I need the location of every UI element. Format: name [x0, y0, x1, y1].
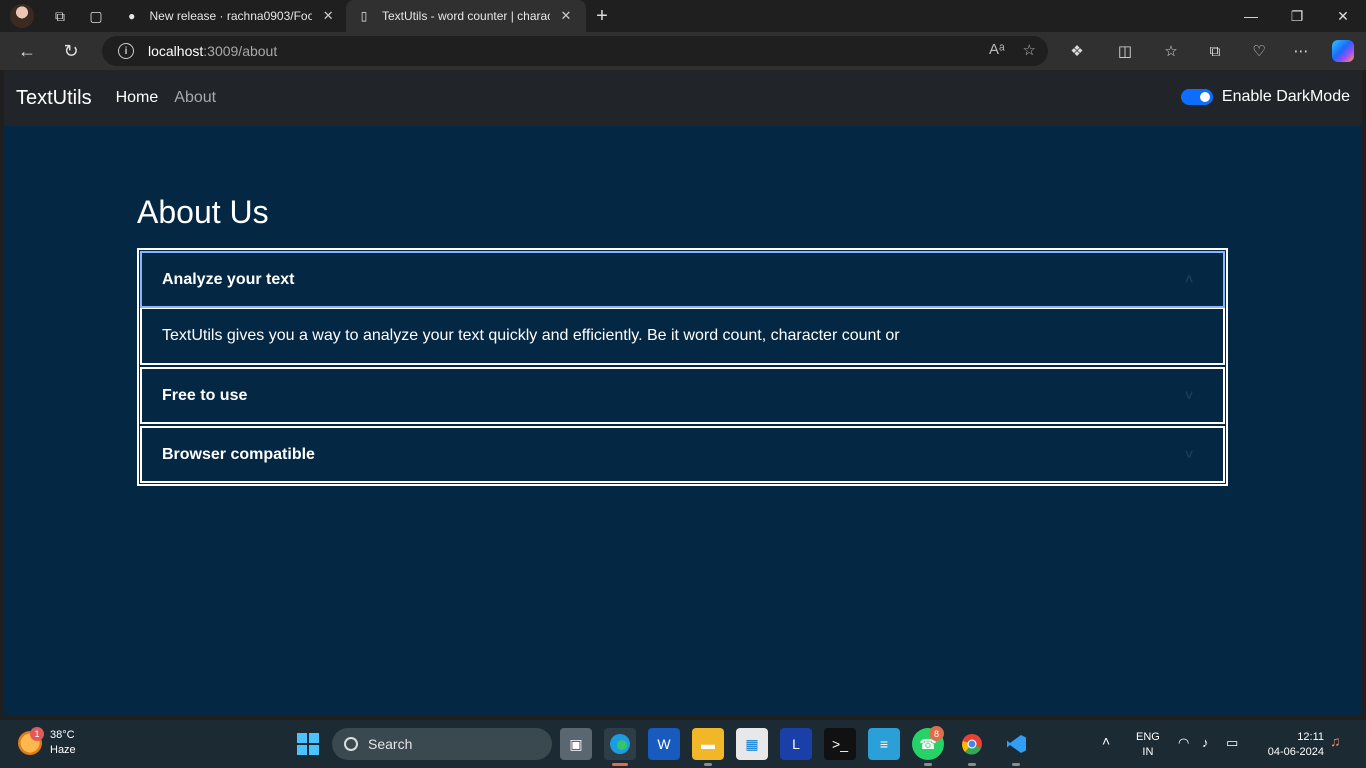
brand-logo[interactable]: TextUtils	[16, 87, 92, 110]
url-host: localhost	[148, 43, 204, 59]
task-view-icon[interactable]: ▣	[560, 728, 592, 760]
restore-icon[interactable]: ❐	[1274, 0, 1320, 32]
close-icon[interactable]: ✕	[558, 8, 574, 24]
more-menu-icon[interactable]: ⋯	[1286, 38, 1316, 64]
accordion-header-browser[interactable]: Browser compatible ˅	[142, 428, 1223, 481]
page-title: About Us	[137, 194, 269, 230]
app-indicator	[704, 763, 712, 766]
accordion-header-free[interactable]: Free to use ˅	[142, 369, 1223, 422]
clock-time: 12:11	[1297, 731, 1324, 743]
lang-bottom: IN	[1142, 746, 1154, 758]
close-icon[interactable]: ✕	[320, 8, 336, 24]
site-navbar: TextUtils Home About Enable DarkMode	[4, 70, 1362, 126]
battery-icon[interactable]: ▭	[1226, 735, 1238, 750]
chevron-up-icon[interactable]: ˄	[1102, 734, 1110, 749]
nav-link-about[interactable]: About	[174, 89, 216, 107]
volume-icon[interactable]: ♪	[1202, 735, 1209, 750]
active-app-indicator	[612, 763, 628, 766]
app-indicator	[924, 763, 932, 766]
new-tab-button[interactable]: +	[586, 0, 618, 32]
chevron-down-icon: ˅	[1185, 387, 1194, 403]
nav-link-home[interactable]: Home	[116, 89, 159, 107]
copilot-icon[interactable]	[1328, 38, 1358, 64]
close-window-icon[interactable]: ✕	[1320, 0, 1366, 32]
split-screen-icon[interactable]: ◫	[1110, 38, 1140, 64]
refresh-icon[interactable]: ↻	[52, 35, 90, 67]
tab-title: New release · rachna0903/Food-	[149, 9, 313, 23]
edge-browser-icon[interactable]	[604, 728, 636, 760]
windows-taskbar: 1 38°C Haze Search ▣ W ▬ ▦ L >_ ≡ ☎ 8 ˄ …	[0, 720, 1366, 768]
page-icon: ▯	[360, 9, 368, 23]
url-path: :3009/about	[203, 43, 278, 59]
terminal-icon[interactable]: >_	[824, 728, 856, 760]
favorite-star-icon[interactable]: ☆	[1023, 41, 1036, 59]
favorites-icon[interactable]: ☆	[1156, 38, 1186, 64]
accordion-header-label: Free to use	[162, 386, 248, 404]
accordion-item: Free to use ˅	[140, 367, 1225, 424]
taskbar-search[interactable]: Search	[332, 728, 552, 760]
weather-desc: Haze	[50, 744, 76, 756]
accordion-item: Analyze your text ˄ TextUtils gives you …	[140, 251, 1225, 365]
vscode-icon[interactable]	[1000, 728, 1032, 760]
chevron-down-icon: ˅	[1185, 446, 1194, 462]
about-container: About Us Analyze your text ˄ TextUtils g…	[137, 194, 1229, 486]
about-accordion: Analyze your text ˄ TextUtils gives you …	[137, 248, 1228, 486]
github-icon: ●	[128, 9, 136, 23]
app-indicator	[1012, 763, 1020, 766]
accordion-item: Browser compatible ˅	[140, 426, 1225, 483]
tab-textutils[interactable]: ▯ TextUtils - word counter | charact ✕	[346, 0, 586, 32]
weather-widget[interactable]: 1 38°C Haze	[18, 727, 76, 758]
chrome-icon[interactable]	[956, 728, 988, 760]
clock-date: 04-06-2024	[1267, 746, 1324, 758]
tab-actions-icon[interactable]: ▢	[78, 0, 114, 32]
app-indicator	[968, 763, 976, 766]
search-icon	[344, 737, 358, 751]
workspaces-icon[interactable]: ⧉	[42, 0, 78, 32]
accordion-header-label: Browser compatible	[162, 445, 315, 463]
wifi-icon[interactable]: ◠	[1178, 735, 1189, 750]
profile-avatar[interactable]	[10, 4, 34, 28]
clock[interactable]: 12:11 04-06-2024	[1258, 730, 1324, 760]
notification-bell-icon[interactable]: ♫	[1330, 734, 1341, 749]
site-info-icon[interactable]: i	[118, 43, 134, 59]
address-bar[interactable]: i localhost:3009/about Aᵃ ☆	[102, 36, 1048, 66]
tab-github-release[interactable]: ● New release · rachna0903/Food- ✕	[114, 0, 346, 32]
tab-title: TextUtils - word counter | charact	[382, 9, 550, 23]
weather-sun-icon: 1	[18, 727, 44, 755]
darkmode-switch[interactable]	[1180, 89, 1213, 105]
l-app-icon[interactable]: L	[780, 728, 812, 760]
notepad-icon[interactable]: ≡	[868, 728, 900, 760]
browser-tab-strip: ⧉ ▢ ● New release · rachna0903/Food- ✕ ▯…	[0, 0, 1366, 32]
extensions-icon[interactable]: ❖	[1062, 38, 1092, 64]
darkmode-label: Enable DarkMode	[1221, 88, 1350, 105]
chevron-up-icon: ˄	[1185, 271, 1194, 287]
start-windows-icon[interactable]	[292, 728, 324, 760]
accordion-header-analyze[interactable]: Analyze your text ˄	[142, 253, 1223, 306]
weather-badge: 1	[30, 727, 44, 741]
accordion-body: TextUtils gives you a way to analyze you…	[142, 307, 1223, 363]
word-icon[interactable]: W	[648, 728, 680, 760]
store-icon[interactable]: ▦	[736, 728, 768, 760]
collections-icon[interactable]: ⧉	[1200, 38, 1230, 64]
whatsapp-badge: 8	[929, 726, 944, 741]
minimize-icon[interactable]: —	[1228, 0, 1274, 32]
language-indicator[interactable]: ENG IN	[1136, 730, 1160, 760]
page-viewport: TextUtils Home About Enable DarkMode Abo…	[4, 70, 1362, 716]
file-explorer-icon[interactable]: ▬	[692, 728, 724, 760]
lang-top: ENG	[1136, 731, 1160, 743]
read-aloud-icon[interactable]: Aᵃ	[989, 41, 1005, 59]
browser-essentials-icon[interactable]: ♡	[1244, 38, 1274, 64]
weather-temp: 38°C	[50, 729, 75, 741]
accordion-header-label: Analyze your text	[162, 270, 295, 288]
search-label: Search	[368, 736, 413, 752]
darkmode-toggle[interactable]: Enable DarkMode	[1180, 88, 1350, 106]
back-arrow-icon[interactable]: ←	[8, 35, 46, 67]
